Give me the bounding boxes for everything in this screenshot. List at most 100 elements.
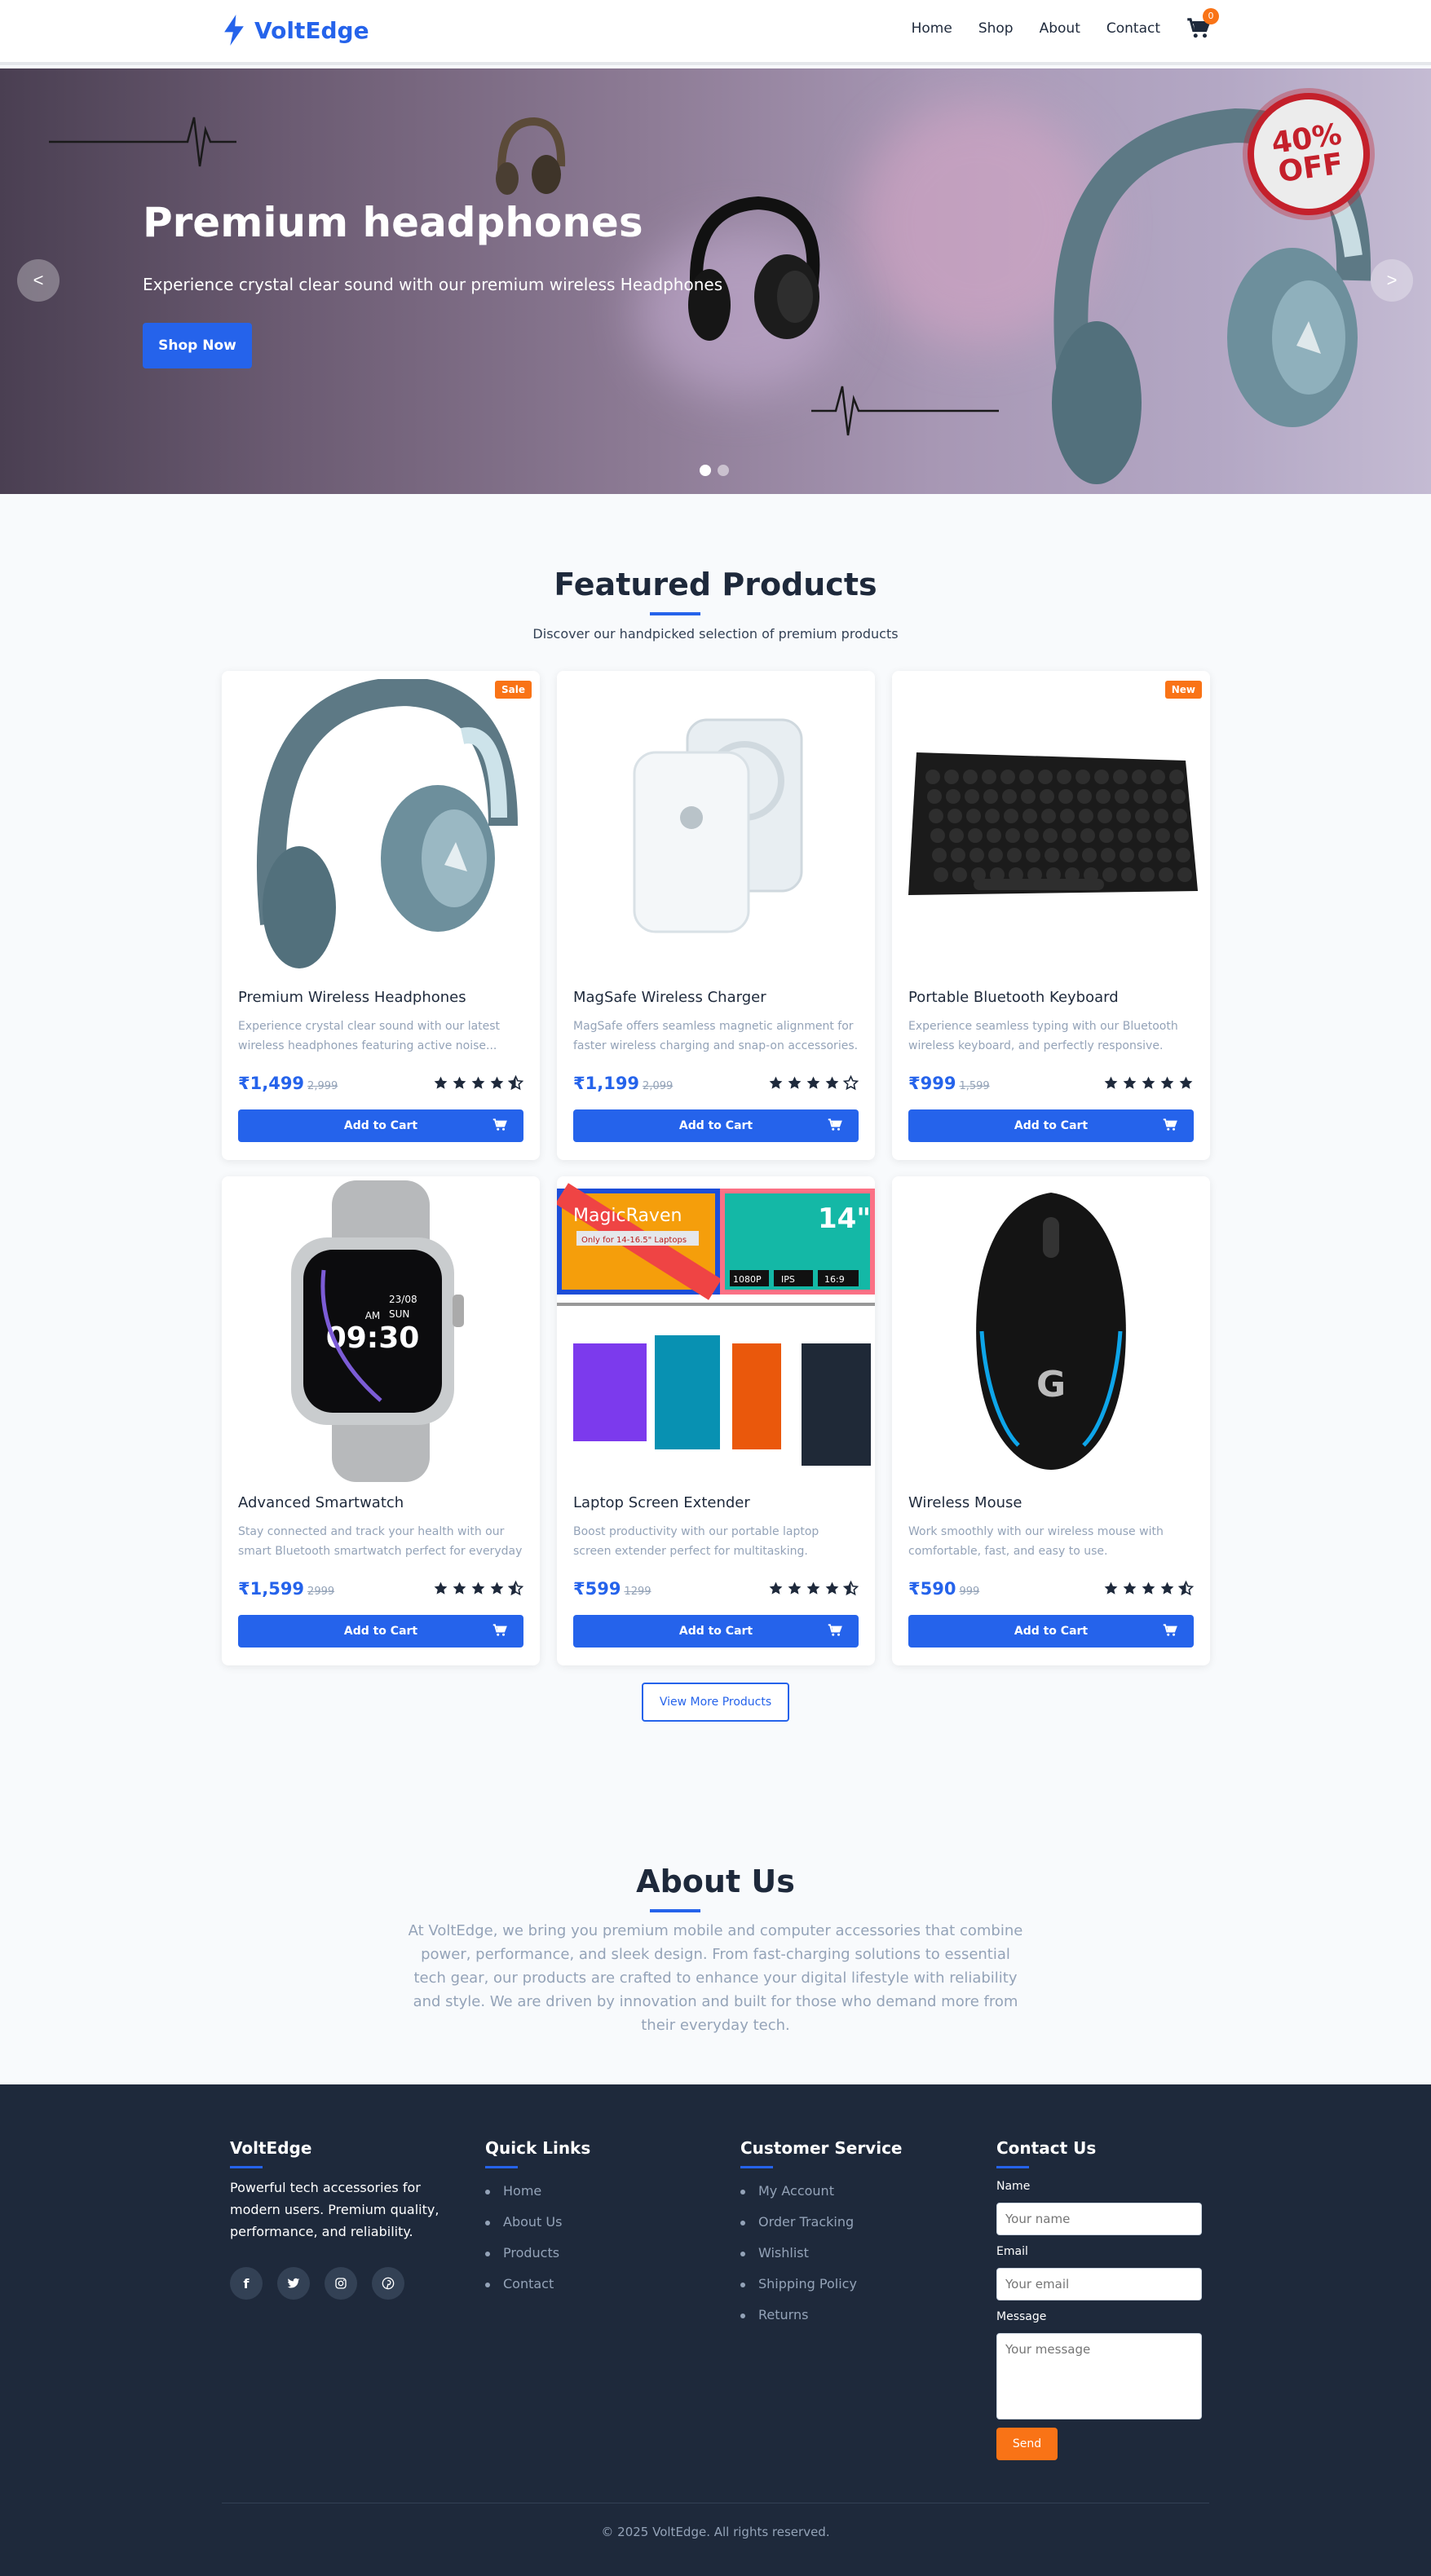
product-name[interactable]: Laptop Screen Extender bbox=[573, 1494, 750, 1511]
hero-carousel: 40% OFF Premium headphones Experience cr… bbox=[0, 68, 1431, 494]
headphones-black-image bbox=[688, 196, 820, 341]
product-rating bbox=[1103, 1581, 1194, 1596]
product-card[interactable]: AM 23/08 SUN 09:30 Advanced Smartwatch Stay… bbox=[222, 1176, 540, 1665]
footer-link-order-tracking[interactable]: Order Tracking bbox=[740, 2214, 944, 2230]
product-rating bbox=[768, 1075, 859, 1091]
star-full-icon bbox=[1160, 1076, 1174, 1089]
add-to-cart-button[interactable]: Add to Cart bbox=[573, 1615, 859, 1647]
product-card[interactable]: MagSafe Wireless Charger MagSafe offers … bbox=[557, 671, 875, 1160]
shopping-cart-icon bbox=[492, 1118, 507, 1131]
product-image[interactable] bbox=[557, 671, 875, 981]
product-card[interactable]: Sale Premium Wireless Headphones Experie… bbox=[222, 671, 540, 1160]
facebook-icon[interactable]: f bbox=[230, 2267, 263, 2300]
star-full-icon bbox=[825, 1581, 839, 1595]
product-rating bbox=[1103, 1075, 1194, 1091]
star-full-icon bbox=[1142, 1581, 1155, 1595]
carousel-prev-button[interactable]: < bbox=[17, 259, 60, 302]
footer-service-column: Customer Service My Account Order Tracki… bbox=[740, 2138, 944, 2338]
product-price: ₹590 999 bbox=[908, 1579, 979, 1599]
carousel-next-button[interactable]: > bbox=[1371, 259, 1413, 302]
customer-service-title: Customer Service bbox=[740, 2138, 903, 2158]
nav-about[interactable]: About bbox=[1040, 20, 1080, 37]
footer-link-shipping[interactable]: Shipping Policy bbox=[740, 2276, 944, 2291]
product-card[interactable]: New Portable Bluetooth Keyboard Experien… bbox=[892, 671, 1210, 1160]
carousel-dot[interactable] bbox=[718, 465, 729, 476]
footer-brand-title: VoltEdge bbox=[230, 2138, 312, 2158]
footer-link-my-account[interactable]: My Account bbox=[740, 2183, 944, 2199]
about-text: At VoltEdge, we bring you premium mobile… bbox=[408, 1922, 1023, 2034]
email-field[interactable] bbox=[996, 2268, 1202, 2300]
add-to-cart-button[interactable]: Add to Cart bbox=[238, 1109, 523, 1142]
star-full-icon bbox=[825, 1076, 839, 1089]
product-image[interactable] bbox=[892, 671, 1210, 981]
product-image[interactable]: AM 23/08 SUN 09:30 bbox=[222, 1176, 540, 1486]
product-rating bbox=[433, 1075, 523, 1091]
star-half-icon bbox=[508, 1075, 523, 1091]
svg-text:G: G bbox=[1036, 1364, 1066, 1405]
shopping-cart-icon bbox=[828, 1624, 842, 1636]
message-field[interactable] bbox=[996, 2333, 1202, 2419]
name-field[interactable] bbox=[996, 2203, 1202, 2235]
extender-brand: MagicRaven bbox=[573, 1206, 682, 1226]
headphones-small-image bbox=[496, 117, 566, 195]
product-name[interactable]: MagSafe Wireless Charger bbox=[573, 989, 766, 1006]
add-to-cart-button[interactable]: Add to Cart bbox=[908, 1109, 1194, 1142]
product-description: Work smoothly with our wireless mouse wi… bbox=[908, 1525, 1164, 1558]
extender-panel: IPS bbox=[781, 1274, 795, 1285]
add-to-cart-button[interactable]: Add to Cart bbox=[238, 1615, 523, 1647]
product-old-price: 999 bbox=[959, 1586, 980, 1598]
star-full-icon bbox=[1104, 1076, 1118, 1089]
instagram-icon[interactable] bbox=[325, 2267, 357, 2300]
product-price: ₹1,599 2999 bbox=[238, 1579, 334, 1599]
product-image[interactable]: MagicRaven Only for 14-16.5" Laptops 14" 10… bbox=[557, 1176, 875, 1486]
product-name[interactable]: Wireless Mouse bbox=[908, 1494, 1022, 1511]
product-old-price: 2999 bbox=[307, 1586, 335, 1598]
product-image[interactable] bbox=[222, 671, 540, 981]
footer-underline bbox=[485, 2166, 518, 2168]
send-button[interactable]: Send bbox=[996, 2428, 1058, 2460]
product-old-price: 1299 bbox=[624, 1586, 651, 1598]
nav-contact[interactable]: Contact bbox=[1106, 20, 1160, 37]
extender-res: 1080P bbox=[733, 1274, 762, 1285]
brand-logo[interactable]: VoltEdge bbox=[222, 15, 369, 46]
star-full-icon bbox=[471, 1076, 485, 1089]
footer-link-contact[interactable]: Contact bbox=[485, 2276, 689, 2291]
watch-day: SUN bbox=[389, 1308, 409, 1320]
footer-link-returns[interactable]: Returns bbox=[740, 2307, 944, 2322]
product-name[interactable]: Portable Bluetooth Keyboard bbox=[908, 989, 1119, 1006]
pinterest-icon[interactable] bbox=[372, 2267, 404, 2300]
about-underline bbox=[650, 1909, 700, 1912]
footer-link-home[interactable]: Home bbox=[485, 2183, 689, 2199]
product-description: Boost productivity with our portable lap… bbox=[573, 1525, 819, 1558]
product-tag-badge: Sale bbox=[495, 681, 532, 699]
product-name[interactable]: Advanced Smartwatch bbox=[238, 1494, 404, 1511]
product-name[interactable]: Premium Wireless Headphones bbox=[238, 989, 466, 1006]
footer-contact-column: Contact Us Name Email Message Send bbox=[996, 2138, 1208, 2460]
cart-button[interactable]: 0 bbox=[1186, 8, 1219, 41]
twitter-icon[interactable] bbox=[277, 2267, 310, 2300]
shopping-cart-icon bbox=[492, 1624, 507, 1636]
product-card[interactable]: G Wireless Mouse Work smoothly with our … bbox=[892, 1176, 1210, 1665]
product-card[interactable]: MagicRaven Only for 14-16.5" Laptops 14" 10… bbox=[557, 1176, 875, 1665]
add-to-cart-button[interactable]: Add to Cart bbox=[908, 1615, 1194, 1647]
footer-link-about[interactable]: About Us bbox=[485, 2214, 689, 2230]
product-current-price: ₹1,199 bbox=[573, 1074, 640, 1093]
footer-underline bbox=[740, 2166, 773, 2168]
view-more-button[interactable]: View More Products bbox=[642, 1683, 789, 1722]
add-to-cart-button[interactable]: Add to Cart bbox=[573, 1109, 859, 1142]
star-full-icon bbox=[490, 1076, 504, 1089]
watch-date: 23/08 bbox=[389, 1294, 417, 1305]
footer-link-products[interactable]: Products bbox=[485, 2245, 689, 2261]
star-full-icon bbox=[769, 1076, 783, 1089]
carousel-dot[interactable] bbox=[700, 465, 711, 476]
star-full-icon bbox=[490, 1581, 504, 1595]
product-image[interactable]: G bbox=[892, 1176, 1210, 1486]
footer-quick-links-column: Quick Links Home About Us Products Conta… bbox=[485, 2138, 689, 2307]
shopping-cart-icon bbox=[1163, 1624, 1177, 1636]
product-current-price: ₹590 bbox=[908, 1579, 956, 1599]
nav-shop[interactable]: Shop bbox=[978, 20, 1014, 37]
shop-now-button[interactable]: Shop Now bbox=[143, 323, 252, 368]
footer-link-wishlist[interactable]: Wishlist bbox=[740, 2245, 944, 2261]
add-to-cart-label: Add to Cart bbox=[343, 1625, 418, 1638]
nav-home[interactable]: Home bbox=[912, 20, 952, 37]
